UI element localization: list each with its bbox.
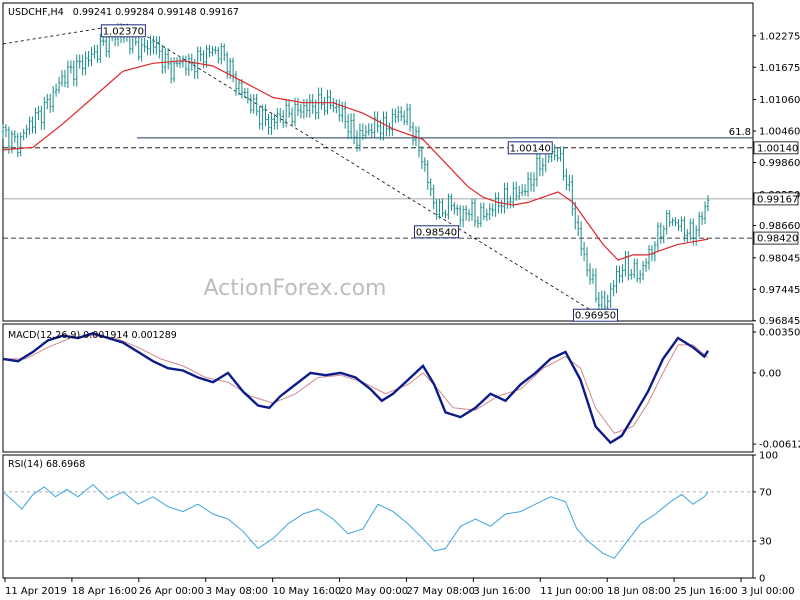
- chart-canvas: ActionForex.com 61.8 1.02370 1.00140 0.9854…: [1, 2, 800, 597]
- time-tick-label: 3 May 08:00: [206, 586, 268, 597]
- time-tick-label: 20 May 00:00: [340, 586, 409, 597]
- swing-point-label: 0.98540: [416, 227, 457, 238]
- price-tick-label: 0.98660: [759, 221, 800, 232]
- price-tick-label: 1.01060: [759, 95, 800, 106]
- rsi-line: [2, 483, 709, 559]
- swing-point-label: 1.00140: [510, 143, 551, 154]
- time-tick-label: 11 Apr 2019: [5, 586, 67, 597]
- macd-tick-label: 0.003508: [759, 328, 800, 339]
- price-tick-label: 1.01675: [759, 63, 800, 74]
- price-tick-label: 1.00460: [759, 127, 800, 138]
- axis-layer: 1.022751.016751.010601.004600.998600.992…: [4, 31, 800, 597]
- macd-panel: [2, 323, 754, 453]
- price-tick-label: 0.99860: [759, 158, 800, 169]
- time-tick-label: 11 Jun 00:00: [540, 586, 604, 597]
- rsi-tick-label: 70: [759, 487, 772, 498]
- fib-618-label: 61.8: [729, 127, 751, 138]
- rsi-header: RSI(14) 68.6968: [8, 459, 85, 470]
- time-tick-label: 27 May 08:00: [406, 586, 475, 597]
- rsi-tick-label: 0: [759, 574, 765, 585]
- symbol-label: USDCHF,H4: [8, 7, 64, 18]
- rsi-tick-label: 30: [759, 537, 772, 548]
- price-tag-label: 1.00140: [757, 143, 798, 154]
- ohlc-label: 0.99241 0.99284 0.99148 0.99167: [73, 7, 239, 18]
- macd-tick-label: -0.006121: [759, 440, 800, 451]
- macd-header: MACD(12,26,9) 0.001914 0.001289: [8, 330, 177, 341]
- time-tick-label: 3 Jun 16:00: [473, 586, 530, 597]
- time-tick-label: 26 Apr 00:00: [139, 586, 204, 597]
- price-tick-label: 0.97445: [759, 285, 800, 296]
- price-tag-label: 0.98420: [757, 234, 798, 245]
- time-tick-label: 18 Jun 08:00: [607, 586, 671, 597]
- rsi-panel: [2, 454, 754, 579]
- swing-point-label: 0.96950: [575, 311, 616, 322]
- rsi-layer: [2, 483, 753, 559]
- price-tick-label: 1.02275: [759, 31, 800, 42]
- rsi-tick-label: 100: [759, 451, 778, 462]
- time-tick-label: 18 Apr 16:00: [72, 586, 137, 597]
- swing-point-label: 1.02370: [103, 26, 144, 37]
- price-tick-label: 0.98045: [759, 253, 800, 264]
- macd-line: [2, 332, 710, 445]
- time-tick-label: 10 May 16:00: [273, 586, 342, 597]
- price-tick-label: 0.96845: [759, 316, 800, 327]
- time-tick-label: 3 Jul 00:00: [741, 586, 795, 597]
- macd-signal-line: [3, 335, 709, 435]
- price-tag-label: 0.99167: [757, 194, 798, 205]
- time-tick-label: 25 Jun 16:00: [674, 586, 738, 597]
- watermark: ActionForex.com: [204, 276, 387, 301]
- macd-layer: [2, 332, 710, 445]
- price-header: USDCHF,H4 0.99241 0.99284 0.99148 0.9916…: [8, 7, 239, 18]
- macd-tick-label: 0.00: [759, 368, 781, 379]
- moving-average-line: [2, 60, 709, 261]
